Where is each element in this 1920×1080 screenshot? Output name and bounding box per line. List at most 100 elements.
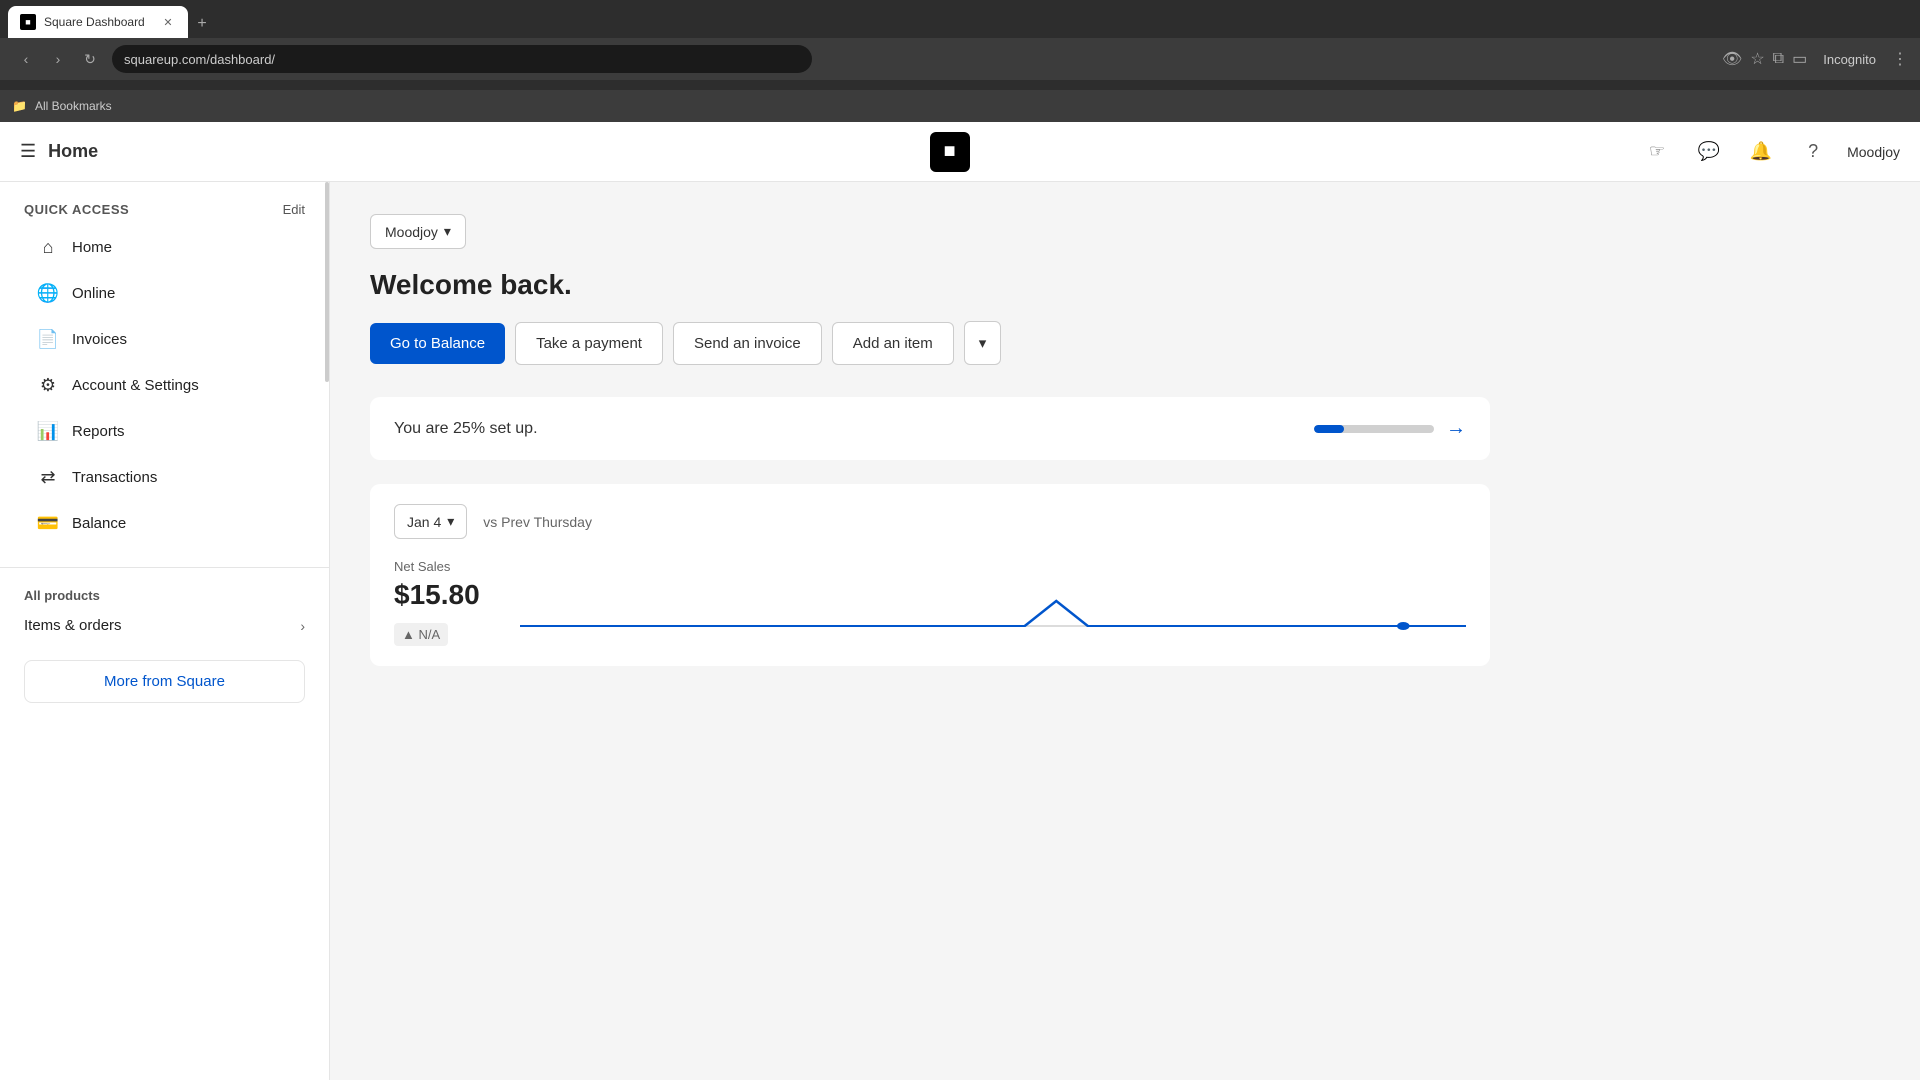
bell-icon[interactable]: 🔔 xyxy=(1743,134,1779,170)
browser-chrome: ■ Square Dashboard ✕ + ‹ › ↻ squareup.co… xyxy=(0,0,1920,90)
bookmarks-folder-icon: 📁 xyxy=(12,99,27,113)
url-text: squareup.com/dashboard/ xyxy=(124,52,275,67)
business-name-label: Moodjoy xyxy=(385,224,438,240)
net-sales-value: $15.80 xyxy=(394,579,480,611)
compare-label: vs Prev Thursday xyxy=(483,514,592,530)
sidebar-item-reports-label: Reports xyxy=(72,423,125,440)
tab-title: Square Dashboard xyxy=(44,15,145,29)
sidebar-item-invoices[interactable]: 📄 Invoices xyxy=(24,317,305,361)
chart-area xyxy=(520,586,1466,646)
sidebar-item-invoices-label: Invoices xyxy=(72,331,127,348)
items-orders-label: Items & orders xyxy=(24,617,122,634)
app-layout: ☰ Home ■ ☞ 💬 🔔 ? Moodjoy Quick access Ed… xyxy=(0,122,1920,1080)
sidebar-item-balance-label: Balance xyxy=(72,515,126,532)
progress-bar-fill xyxy=(1314,425,1344,433)
date-label: Jan 4 xyxy=(407,514,441,530)
hamburger-menu-icon[interactable]: ☰ xyxy=(20,141,36,162)
sidebar-item-transactions-label: Transactions xyxy=(72,469,157,486)
sidebar-item-items-orders[interactable]: Items & orders › xyxy=(0,607,329,644)
all-products-label: All products xyxy=(0,580,329,607)
bookmarks-bar: 📁 All Bookmarks xyxy=(0,90,1920,122)
quick-access-header: Quick access Edit xyxy=(24,202,305,217)
transactions-icon: ⇄ xyxy=(36,465,60,489)
quick-access-label: Quick access xyxy=(24,202,129,217)
profile-label: Incognito xyxy=(1823,52,1876,67)
setup-section: You are 25% set up. → xyxy=(370,397,1490,460)
browser-tabs-bar: ■ Square Dashboard ✕ + xyxy=(0,0,1920,38)
topbar-right: ☞ 💬 🔔 ? Moodjoy xyxy=(1639,134,1900,170)
take-payment-button[interactable]: Take a payment xyxy=(515,322,663,365)
sidebar: Quick access Edit ⌂ Home 🌐 Online 📄 Invo… xyxy=(0,122,330,1080)
tab-close-button[interactable]: ✕ xyxy=(160,14,176,30)
sales-chart xyxy=(520,586,1466,646)
extension-icon[interactable]: ⧉ xyxy=(1773,50,1784,68)
settings-icon: ⚙ xyxy=(36,373,60,397)
expand-actions-button[interactable]: ▾ xyxy=(964,321,1002,365)
net-sales-label: Net Sales xyxy=(394,559,1466,574)
bookmarks-label[interactable]: All Bookmarks xyxy=(35,99,112,113)
na-badge-text: ▲ N/A xyxy=(402,627,440,642)
sales-header: Jan 4 ▾ vs Prev Thursday xyxy=(394,504,1466,539)
setup-arrow-button[interactable]: → xyxy=(1446,417,1466,440)
balance-icon: 💳 xyxy=(36,511,60,535)
topbar-center: ■ xyxy=(260,132,1639,172)
quick-access-section: Quick access Edit ⌂ Home 🌐 Online 📄 Invo… xyxy=(0,182,329,555)
sidebar-item-account-label: Account & Settings xyxy=(72,377,199,394)
browser-nav-icons: ‹ › ↻ xyxy=(12,45,104,73)
chevron-right-icon: › xyxy=(300,618,305,634)
progress-bar xyxy=(1314,425,1434,433)
setup-right: → xyxy=(1314,417,1466,440)
new-tab-button[interactable]: + xyxy=(188,10,216,38)
sidebar-item-home[interactable]: ⌂ Home xyxy=(24,225,305,269)
active-tab[interactable]: ■ Square Dashboard ✕ xyxy=(8,6,188,38)
cursor-icon[interactable]: ☞ xyxy=(1639,134,1675,170)
address-bar[interactable]: squareup.com/dashboard/ xyxy=(112,45,812,73)
na-badge: ▲ N/A xyxy=(394,623,448,646)
browser-top-bar: ‹ › ↻ squareup.com/dashboard/ 👁 ☆ ⧉ ▭ In… xyxy=(0,38,1920,80)
action-buttons: Go to Balance Take a payment Send an inv… xyxy=(370,321,1490,365)
content-inner: Moodjoy ▾ Welcome back. Go to Balance Ta… xyxy=(330,182,1530,698)
chat-icon[interactable]: 💬 xyxy=(1691,134,1727,170)
invoice-icon: 📄 xyxy=(36,327,60,351)
chevron-down-icon: ▾ xyxy=(444,223,451,240)
sidebar-item-online[interactable]: 🌐 Online xyxy=(24,271,305,315)
more-from-square-button[interactable]: More from Square xyxy=(24,660,305,703)
page-title: Home xyxy=(48,141,98,162)
home-icon: ⌂ xyxy=(36,235,60,259)
sidebar-item-online-label: Online xyxy=(72,285,115,302)
welcome-heading: Welcome back. xyxy=(370,269,1490,301)
reports-icon: 📊 xyxy=(36,419,60,443)
date-chevron-icon: ▾ xyxy=(447,513,454,530)
star-icon[interactable]: ☆ xyxy=(1750,49,1764,69)
sidebar-item-transactions[interactable]: ⇄ Transactions xyxy=(24,455,305,499)
add-item-button[interactable]: Add an item xyxy=(832,322,954,365)
globe-icon: 🌐 xyxy=(36,281,60,305)
tab-favicon: ■ xyxy=(20,14,36,30)
menu-dots-icon[interactable]: ⋮ xyxy=(1892,49,1908,69)
help-icon[interactable]: ? xyxy=(1795,134,1831,170)
topbar-left: ☰ Home xyxy=(20,141,260,162)
back-button[interactable]: ‹ xyxy=(12,45,40,73)
app-topbar: ☰ Home ■ ☞ 💬 🔔 ? Moodjoy xyxy=(0,122,1920,182)
go-to-balance-button[interactable]: Go to Balance xyxy=(370,323,505,364)
date-selector[interactable]: Jan 4 ▾ xyxy=(394,504,467,539)
send-invoice-button[interactable]: Send an invoice xyxy=(673,322,822,365)
sidebar-item-account-settings[interactable]: ⚙ Account & Settings xyxy=(24,363,305,407)
sidebar-divider xyxy=(0,567,329,568)
user-avatar[interactable]: Moodjoy xyxy=(1847,144,1900,160)
setup-progress-text: You are 25% set up. xyxy=(394,420,538,438)
sidebar-item-balance[interactable]: 💳 Balance xyxy=(24,501,305,545)
sidebar-item-home-label: Home xyxy=(72,239,112,256)
sidebar-item-reports[interactable]: 📊 Reports xyxy=(24,409,305,453)
business-selector[interactable]: Moodjoy ▾ xyxy=(370,214,466,249)
reload-button[interactable]: ↻ xyxy=(76,45,104,73)
main-content: Moodjoy ▾ Welcome back. Go to Balance Ta… xyxy=(330,122,1920,1080)
edit-quick-access-button[interactable]: Edit xyxy=(283,202,305,217)
eye-off-icon: 👁 xyxy=(1722,49,1742,69)
sales-section: Jan 4 ▾ vs Prev Thursday Net Sales $15.8… xyxy=(370,484,1490,666)
forward-button[interactable]: › xyxy=(44,45,72,73)
square-logo: ■ xyxy=(930,132,970,172)
scroll-indicator xyxy=(325,182,329,382)
browser-right-icons: 👁 ☆ ⧉ ▭ Incognito ⋮ xyxy=(1722,49,1908,69)
tablet-icon[interactable]: ▭ xyxy=(1792,49,1807,69)
